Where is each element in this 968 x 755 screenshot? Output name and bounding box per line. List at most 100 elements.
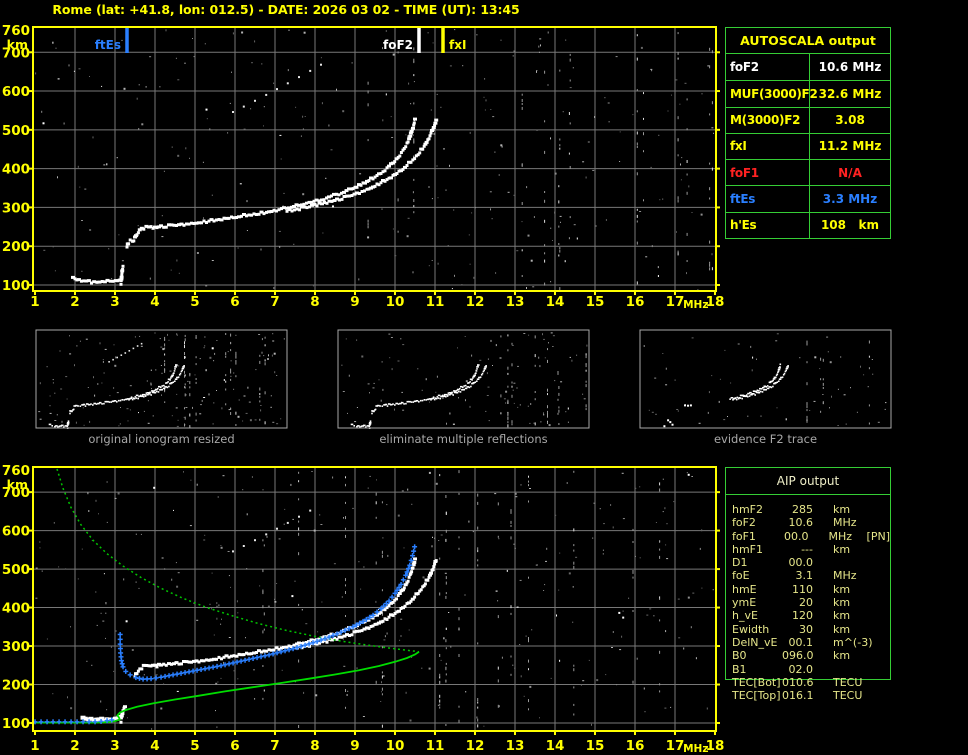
svg-text:100: 100	[2, 278, 30, 294]
svg-text:MHz: MHz	[683, 743, 708, 755]
parameter-label: TEC[Bot]	[732, 675, 781, 689]
O-mode-trace	[125, 117, 417, 249]
parameter-label: ymE	[732, 596, 757, 610]
svg-text:200: 200	[2, 678, 30, 694]
svg-text:16: 16	[626, 294, 645, 310]
svg-text:13: 13	[506, 738, 525, 754]
E-step	[119, 264, 125, 286]
aip-row-B0: B0 096.0 km	[726, 649, 890, 662]
svg-text:300: 300	[2, 200, 30, 216]
parameter-unit: MHz	[833, 569, 857, 583]
aip-row-DelN_vE: DelN_vE 00.1 m^(-3)	[726, 636, 890, 649]
thumbnail-border	[35, 329, 288, 429]
aip-row-hmF1: hmF1 --- km	[726, 543, 890, 556]
aip-row-hmF2: hmF2 285 km	[726, 503, 890, 516]
parameter-value: 00.0	[784, 529, 809, 543]
parameter-value: 00.0	[788, 556, 814, 570]
Es-layer-trace	[71, 275, 122, 285]
parameter-value: 108 km	[820, 218, 880, 233]
parameter-value: 3.3 MHz	[822, 192, 878, 207]
aip-output-table: AIP output hmF2 285 km foF2 10.6 MHz foF1 00.0 M…	[725, 467, 891, 702]
grid-lines	[33, 467, 716, 731]
parameter-unit: TECU	[833, 689, 863, 703]
parameter-label: foE	[732, 569, 750, 583]
parameter-label: hmE	[732, 582, 757, 596]
parameter-label: h'Es	[726, 212, 810, 238]
parameter-value: N/A	[838, 165, 862, 180]
thumbnail-eliminate-reflections	[337, 329, 590, 429]
parameter-unit: km	[833, 596, 851, 610]
axis-ticks	[29, 51, 720, 295]
aip-row-TEC[Top]: TEC[Top] 016.1 TECU	[726, 689, 890, 702]
svg-text:10: 10	[386, 738, 405, 754]
parameter-value: 096.0	[782, 649, 814, 663]
aip-row-ymE: ymE 20 km	[726, 596, 890, 609]
svg-text:300: 300	[2, 639, 30, 655]
svg-text:15: 15	[586, 738, 605, 754]
top-ionogram-plot: 760km7006005004003002001001 2 3 4 5 6 7 8 9 10 11 1…	[2, 23, 725, 311]
svg-text:500: 500	[2, 123, 30, 139]
profile-topside	[56, 468, 420, 653]
autoscala-row-M(3000)F2: M(3000)F2 3.08	[726, 106, 890, 133]
grid-lines	[33, 27, 716, 291]
autoscala-table-rows: foF2 10.6 MHz MUF(3000)F2 32.6 MHz M(3000)F2…	[726, 54, 890, 238]
E-step	[119, 705, 127, 724]
aip-row-Ewidth: Ewidth 30 km	[726, 623, 890, 636]
parameter-label: foF2	[726, 54, 810, 81]
fitted-F-trace	[117, 544, 418, 682]
noise-speckle	[35, 470, 714, 730]
aip-row-foF1: foF1 00.0 MHz [PN]	[726, 530, 890, 543]
autoscala-output-table: AUTOSCALA output foF2 10.6 MHz MUF(3000)F2…	[725, 27, 891, 239]
noise-speckle	[643, 333, 887, 426]
svg-text:3: 3	[110, 294, 119, 310]
parameter-value: 00.1	[788, 635, 814, 649]
svg-text:4: 4	[150, 738, 159, 754]
svg-text:700: 700	[2, 485, 30, 501]
parameter-label: B0	[732, 649, 747, 663]
title-bar: Rome (lat: +41.8, lon: 012.5) - DATE: 20…	[52, 2, 520, 17]
parameter-label: hmF1	[732, 542, 764, 556]
parameter-unit: km	[833, 609, 851, 623]
parameter-label: DelN_vE	[732, 635, 778, 649]
thumbnail-border	[639, 329, 892, 429]
noise-speckle	[35, 29, 714, 291]
parameter-label: MUF(3000)F2	[726, 81, 818, 107]
svg-text:17: 17	[666, 294, 685, 310]
thumbnail-caption-evidence: evidence F2 trace	[713, 432, 818, 446]
marker-fxI: fxI	[441, 28, 466, 53]
svg-text:3: 3	[110, 738, 119, 754]
parameter-value: 02.0	[788, 662, 814, 676]
aip-table-rows: hmF2 285 km foF2 10.6 MHz foF1 00.0 MHz [PN] hmF1 -…	[726, 495, 890, 702]
X-mode-trace	[295, 559, 438, 650]
svg-text:8: 8	[310, 738, 319, 754]
aip-row-h_vE: h_vE 120 km	[726, 609, 890, 622]
parameter-value: 11.2 MHz	[818, 139, 882, 154]
thumbnail-caption-original: original ionogram resized	[88, 432, 235, 446]
svg-text:500: 500	[2, 562, 30, 578]
aip-row-B1: B1 02.0	[726, 663, 890, 676]
plot-border	[32, 26, 717, 292]
Es-layer-trace	[350, 423, 371, 428]
profile-bottomside	[35, 651, 420, 724]
svg-text:1: 1	[30, 738, 39, 754]
parameter-unit: TECU	[833, 675, 863, 689]
parameter-value: ---	[801, 542, 813, 556]
aip-row-foE: foE 3.1 MHz	[726, 569, 890, 582]
axis-labels: 760km7006005004003002001001 2 3 4 5 6 7 8 9 10 11 1…	[2, 463, 725, 755]
parameter-value: 10.6	[788, 516, 814, 530]
autoscala-row-fxI: fxI 11.2 MHz	[726, 132, 890, 160]
parameter-unit: m^(-3)	[833, 635, 873, 649]
svg-text:12: 12	[466, 294, 485, 310]
parameter-value: 285	[792, 503, 813, 516]
svg-text:7: 7	[270, 738, 279, 754]
parameter-label: foF1	[726, 160, 810, 186]
svg-text:11: 11	[426, 738, 445, 754]
parameter-unit	[833, 663, 863, 676]
parameter-label: h_vE	[732, 609, 758, 623]
aip-table-title: AIP output	[726, 468, 890, 495]
parameter-value: 016.1	[782, 689, 814, 703]
parameter-note: [PN]	[866, 529, 890, 543]
svg-text:5: 5	[190, 738, 199, 754]
bottom-ionogram-plot: 760km7006005004003002001001 2 3 4 5 6 7 8 9 10 11 1…	[2, 463, 725, 755]
parameter-label: TEC[Top]	[732, 689, 781, 703]
